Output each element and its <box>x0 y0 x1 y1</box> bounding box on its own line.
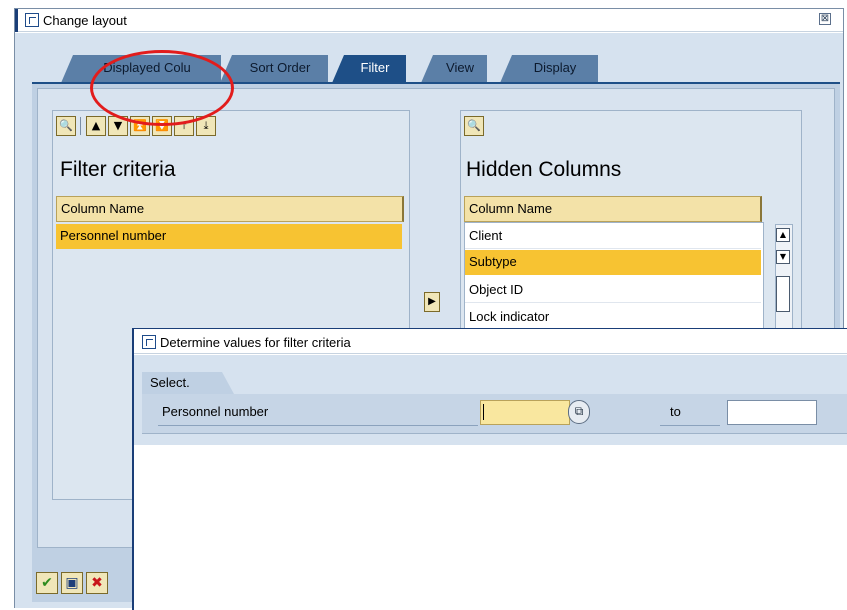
move-up-icon[interactable]: ▲ <box>86 116 106 136</box>
annotation-circle <box>90 50 234 126</box>
tab-label: Display <box>533 60 577 75</box>
window-icon <box>25 13 39 27</box>
filter-criteria-title: Filter criteria <box>60 158 176 181</box>
tab-label: Filter <box>360 60 390 75</box>
confirm-icon[interactable]: ✔ <box>36 572 58 594</box>
tab-display[interactable]: Display <box>500 55 598 83</box>
list-item-personnel-number[interactable]: Personnel number <box>56 224 402 249</box>
hidden-columns-title: Hidden Columns <box>466 158 622 181</box>
save-icon[interactable]: ▣ <box>61 572 83 594</box>
find-icon[interactable]: 🔍 <box>56 116 76 136</box>
close-icon[interactable]: ⊠ <box>819 13 831 25</box>
list-item-client[interactable]: Client <box>465 224 761 249</box>
to-underline <box>660 425 720 426</box>
tab-filter[interactable]: Filter <box>332 55 406 83</box>
tab-view[interactable]: View <box>421 55 487 83</box>
scroll-thumb[interactable] <box>776 276 790 312</box>
tab-sort-order[interactable]: Sort Order <box>220 55 328 83</box>
personnel-number-to-input[interactable] <box>727 400 817 425</box>
tab-label: Sort Order <box>249 60 311 75</box>
list-item-lock-indicator[interactable]: Lock indicator <box>465 305 761 330</box>
window-title: Change layout <box>43 13 127 28</box>
list-item-subtype[interactable]: Subtype <box>465 250 761 275</box>
find-icon[interactable]: 🔍 <box>464 116 484 136</box>
text-cursor <box>483 404 484 420</box>
toolbar-separator <box>80 117 81 135</box>
cancel-icon[interactable]: ✖ <box>86 572 108 594</box>
dialog-title: Determine values for filter criteria <box>160 335 351 350</box>
personnel-number-label: Personnel number <box>162 404 269 419</box>
tab-label: View <box>446 60 474 75</box>
title-accent-bar <box>15 9 18 32</box>
group-label: Select. <box>150 375 190 390</box>
to-label: to <box>670 404 681 419</box>
value-help-icon[interactable]: ⧉ <box>568 400 590 424</box>
move-right-icon[interactable]: ▶ <box>424 292 440 312</box>
list-item-object-id[interactable]: Object ID <box>465 278 761 303</box>
window-title-bar: Change layout <box>15 9 843 32</box>
column-name-header[interactable]: Column Name <box>56 196 404 222</box>
dialog-title-bar: Determine values for filter criteria <box>134 330 847 354</box>
personnel-number-from-input[interactable] <box>480 400 570 425</box>
scroll-down-icon[interactable]: ▼ <box>776 250 790 264</box>
dialog-icon <box>142 335 156 349</box>
scroll-up-icon[interactable]: ▲ <box>776 228 790 242</box>
group-tab-select: Select. <box>142 372 234 394</box>
field-underline <box>158 425 478 426</box>
column-name-header[interactable]: Column Name <box>464 196 762 222</box>
